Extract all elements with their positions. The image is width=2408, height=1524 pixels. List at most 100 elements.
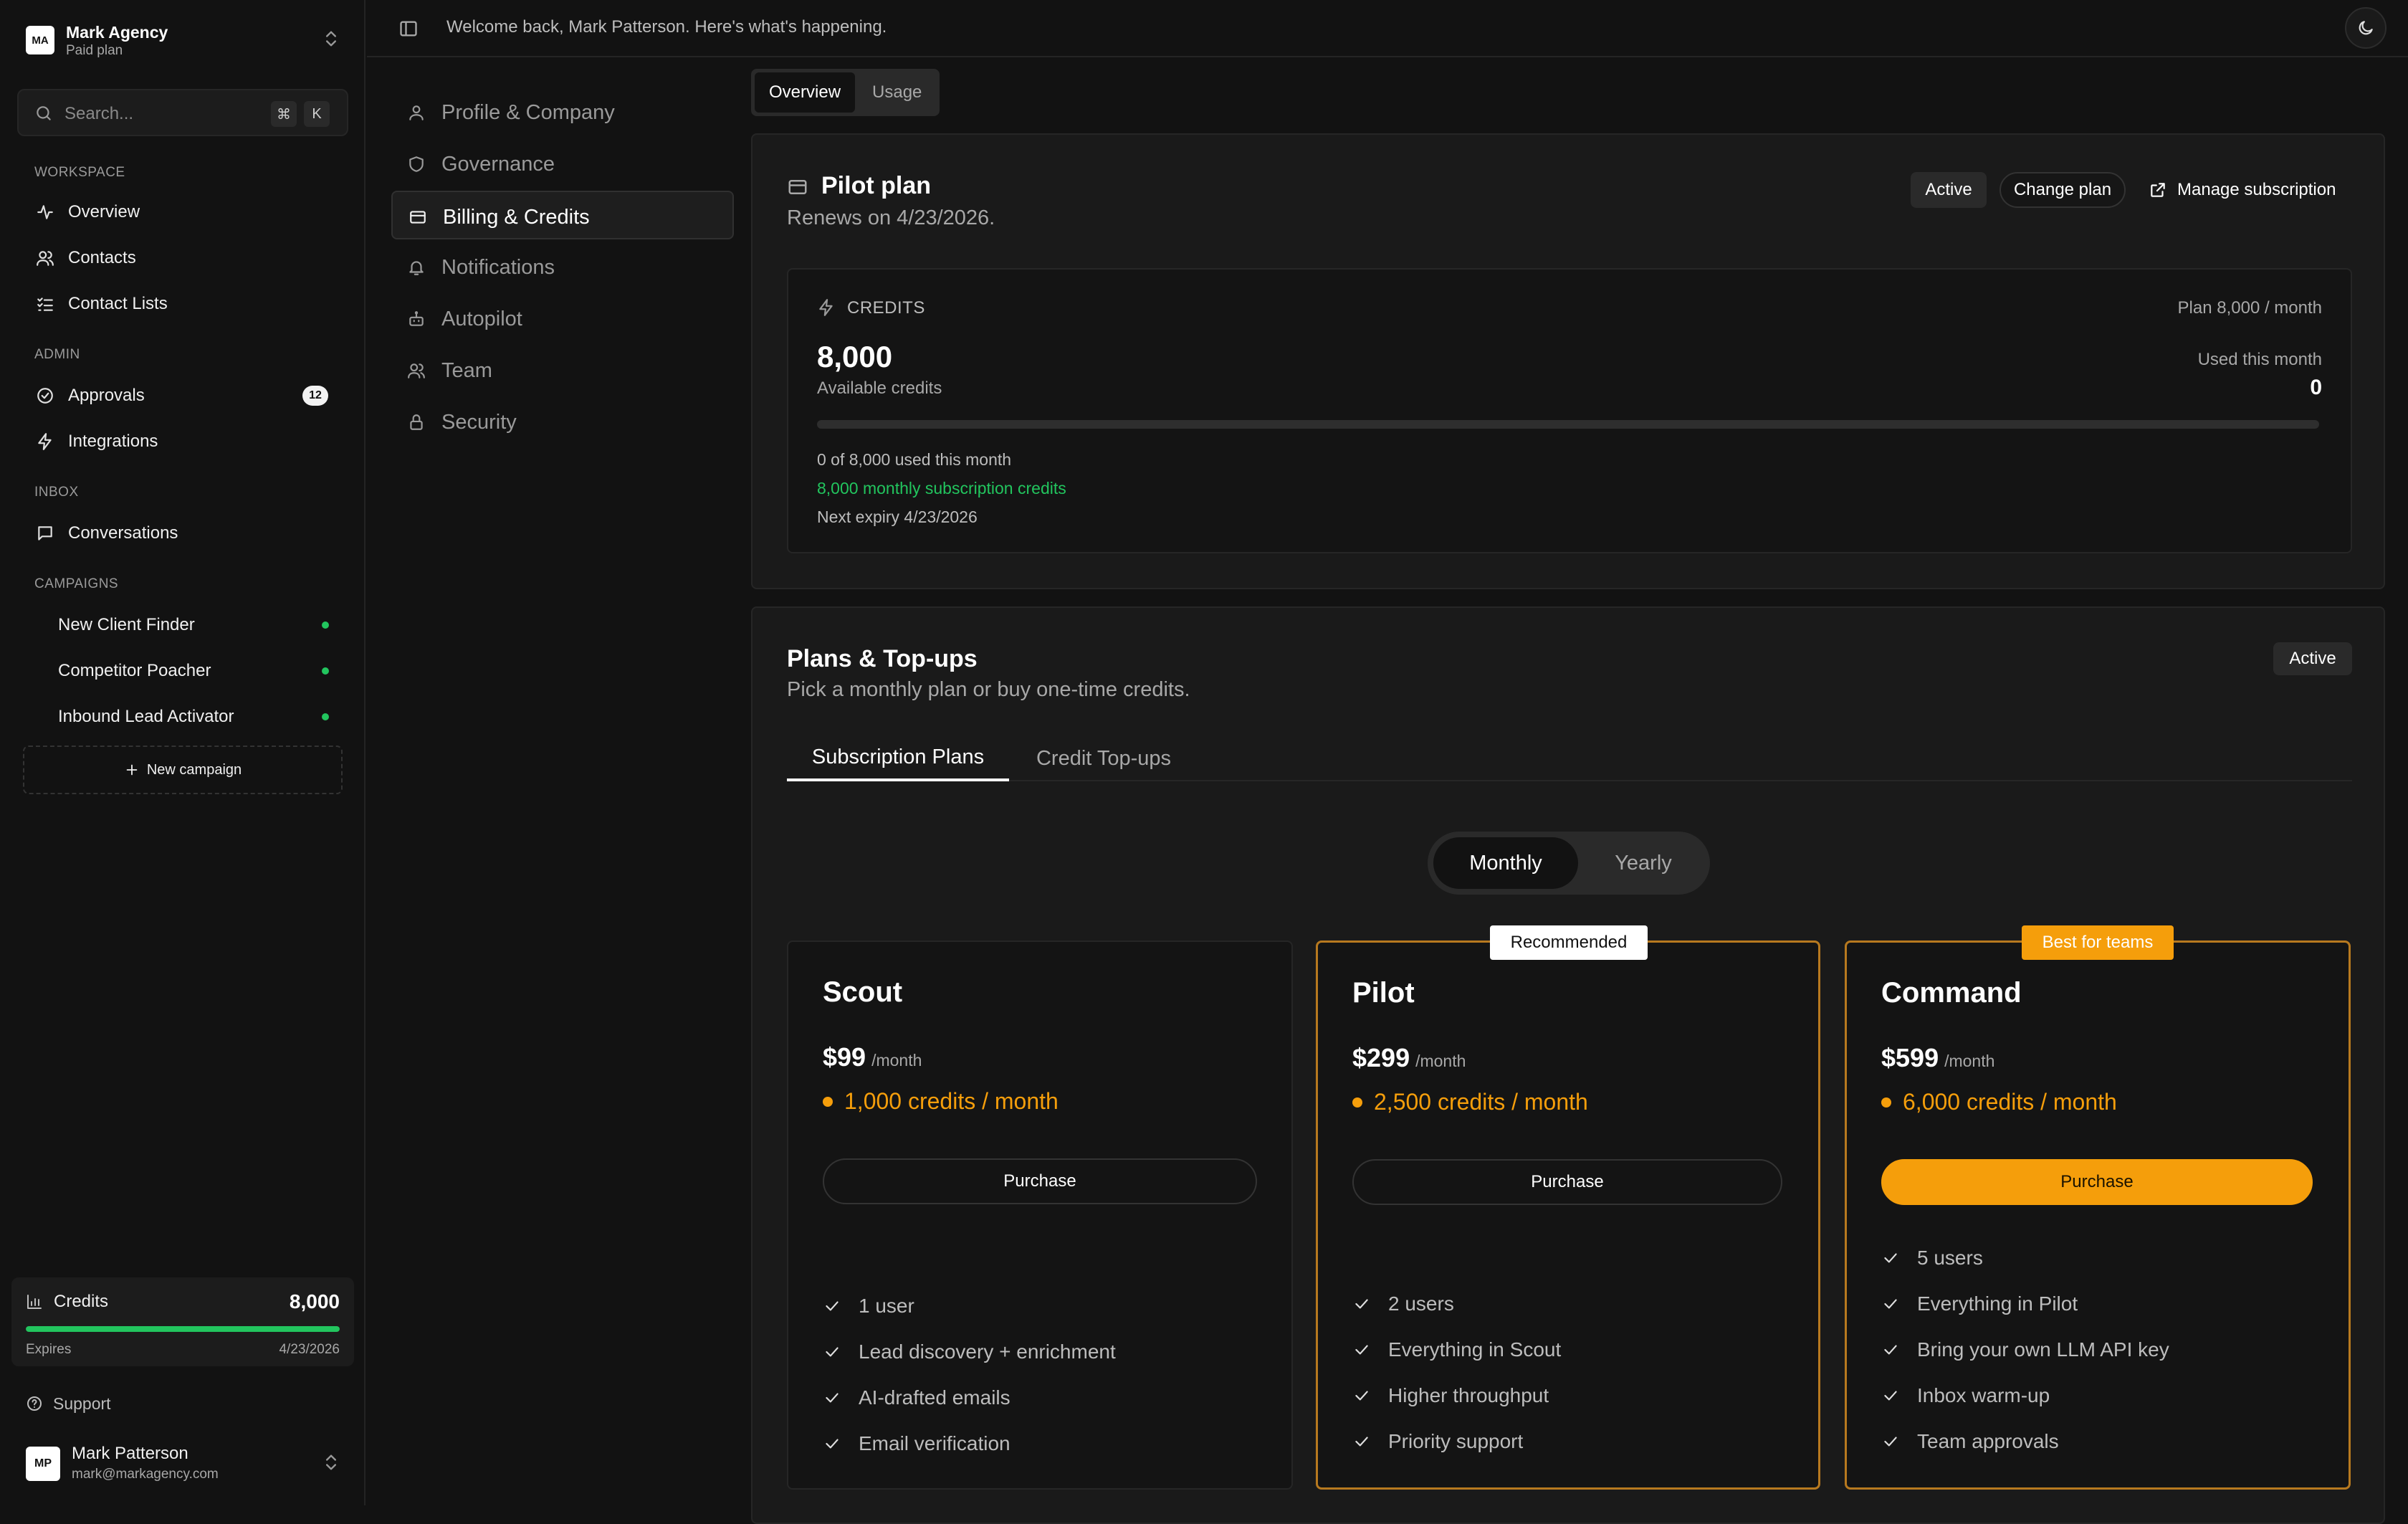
settings-item-autopilot[interactable]: Autopilot <box>391 294 734 343</box>
manage-subscription-button[interactable]: Manage subscription <box>2149 172 2336 208</box>
toggle-monthly[interactable]: Monthly <box>1433 837 1578 889</box>
sidebar-item-label: Conversations <box>68 523 178 543</box>
billing-period-toggle: Monthly Yearly <box>1428 832 1710 895</box>
feature-label: Email verification <box>859 1432 1010 1454</box>
sidebar-item-contact-lists[interactable]: Contact Lists <box>26 284 341 323</box>
plan-name: Command <box>1881 977 2022 1009</box>
bell-icon <box>407 258 426 277</box>
purchase-button[interactable]: Purchase <box>823 1158 1257 1204</box>
activity-icon <box>36 203 54 222</box>
settings-item-label: Billing & Credits <box>443 206 590 229</box>
sidebar: MA Mark Agency Paid plan Search... ⌘ K W… <box>0 0 366 1505</box>
sidebar-credits-card[interactable]: Credits 8,000 Expires 4/23/2026 <box>11 1277 354 1366</box>
purchase-button[interactable]: Purchase <box>1352 1159 1782 1205</box>
new-campaign-button[interactable]: New campaign <box>23 746 343 794</box>
bot-icon <box>407 310 426 328</box>
sidebar-item-label: Approvals <box>68 386 145 405</box>
approvals-count-badge: 12 <box>302 386 328 406</box>
credits-title: Credits <box>54 1292 109 1311</box>
support-link[interactable]: Support <box>26 1389 111 1418</box>
theme-toggle-button[interactable] <box>2345 7 2386 49</box>
credits-summary: CREDITS Plan 8,000 / month 8,000 Availab… <box>787 268 2352 553</box>
available-credits-label: Available credits <box>817 378 942 398</box>
feature-label: 2 users <box>1388 1292 1454 1315</box>
credits-value: 8,000 <box>289 1290 340 1313</box>
feature-item: Inbox warm-up <box>1881 1373 2169 1419</box>
toggle-yearly[interactable]: Yearly <box>1582 837 1704 889</box>
tab-overview[interactable]: Overview <box>755 72 856 113</box>
feature-list: 2 users Everything in Scout Higher throu… <box>1352 1281 1561 1465</box>
sidebar-item-conversations[interactable]: Conversations <box>26 513 341 552</box>
section-admin: ADMIN <box>34 347 80 362</box>
help-circle-icon <box>26 1395 43 1412</box>
credits-dot <box>1881 1097 1891 1108</box>
credits-label: CREDITS <box>847 298 925 318</box>
lock-icon <box>407 413 426 432</box>
tab-credit-topups[interactable]: Credit Top-ups <box>1025 735 1182 781</box>
credits-expires-date: 4/23/2026 <box>279 1342 340 1357</box>
kbd-command: ⌘ <box>271 101 297 127</box>
plan-card-command: Best for teams Command $599/month 6,000 … <box>1845 925 2351 1490</box>
used-this-month-label: Used this month <box>2197 350 2322 369</box>
check-icon <box>1881 1432 1900 1451</box>
plan-credits: 6,000 credits / month <box>1881 1089 2117 1115</box>
credits-dot <box>1352 1097 1362 1108</box>
plan-price: $599/month <box>1881 1043 1994 1073</box>
user-icon <box>407 103 426 122</box>
feature-label: 1 user <box>859 1295 914 1317</box>
status-badge: Active <box>2273 642 2352 675</box>
org-switcher[interactable]: MA Mark Agency Paid plan <box>26 23 341 58</box>
status-badge: Active <box>1911 172 1987 208</box>
settings-item-profile-company[interactable]: Profile & Company <box>391 87 734 136</box>
change-plan-button[interactable]: Change plan <box>2000 172 2126 208</box>
settings-item-billing-credits[interactable]: Billing & Credits <box>391 191 734 239</box>
campaign-item[interactable]: Inbound Lead Activator <box>26 697 341 735</box>
sidebar-item-contacts[interactable]: Contacts <box>26 238 341 277</box>
plan-credits-label: 2,500 credits / month <box>1374 1089 1588 1115</box>
price-amount: $99 <box>823 1042 866 1072</box>
credits-progress-fill <box>26 1326 340 1332</box>
feature-label: Everything in Pilot <box>1917 1292 2078 1315</box>
settings-item-governance[interactable]: Governance <box>391 139 734 188</box>
sidebar-item-label: Contact Lists <box>68 294 168 313</box>
feature-item: Priority support <box>1352 1419 1561 1465</box>
user-menu[interactable]: MP Mark Patterson mark@markagency.com <box>26 1441 341 1484</box>
kbd-k: K <box>304 101 330 127</box>
campaign-item[interactable]: New Client Finder <box>26 605 341 644</box>
campaign-status-dot <box>322 667 329 675</box>
tab-subscription-plans[interactable]: Subscription Plans <box>787 735 1009 781</box>
price-period: /month <box>871 1051 922 1070</box>
feature-list: 1 user Lead discovery + enrichment AI-dr… <box>823 1283 1116 1467</box>
price-period: /month <box>1415 1052 1466 1070</box>
feature-item: Everything in Pilot <box>1881 1281 2169 1327</box>
sidebar-item-overview[interactable]: Overview <box>26 192 341 231</box>
subscription-credits: 8,000 monthly subscription credits <box>817 479 1066 497</box>
campaign-label: New Client Finder <box>58 615 195 634</box>
tab-usage[interactable]: Usage <box>858 72 936 113</box>
credits-progress-bar <box>26 1326 340 1332</box>
user-name: Mark Patterson <box>72 1444 188 1463</box>
campaign-status-dot <box>322 621 329 629</box>
message-square-icon <box>36 524 54 543</box>
campaign-item[interactable]: Competitor Poacher <box>26 651 341 690</box>
moon-icon <box>2356 19 2375 37</box>
settings-item-team[interactable]: Team <box>391 346 734 394</box>
best-for-teams-badge: Best for teams <box>2022 925 2174 960</box>
sidebar-item-label: Overview <box>68 202 140 222</box>
feature-item: Team approvals <box>1881 1419 2169 1465</box>
sidebar-toggle-icon[interactable] <box>398 19 419 39</box>
recommended-badge: Recommended <box>1490 925 1648 960</box>
user-email: mark@markagency.com <box>72 1467 219 1482</box>
purchase-button[interactable]: Purchase <box>1881 1159 2313 1205</box>
search-input[interactable]: Search... ⌘ K <box>17 89 348 136</box>
settings-item-notifications[interactable]: Notifications <box>391 242 734 291</box>
top-bar: Welcome back, Mark Patterson. Here's wha… <box>367 0 2408 57</box>
plan-allowance: Plan 8,000 / month <box>2177 298 2322 318</box>
sidebar-item-integrations[interactable]: Integrations <box>26 422 341 460</box>
sidebar-item-approvals[interactable]: Approvals 12 <box>26 376 341 414</box>
feature-list: 5 users Everything in Pilot Bring your o… <box>1881 1235 2169 1465</box>
plan-renewal: Renews on 4/23/2026. <box>787 206 995 229</box>
chevrons-up-down-icon <box>321 1452 341 1472</box>
settings-item-security[interactable]: Security <box>391 397 734 446</box>
check-icon <box>1881 1340 1900 1359</box>
